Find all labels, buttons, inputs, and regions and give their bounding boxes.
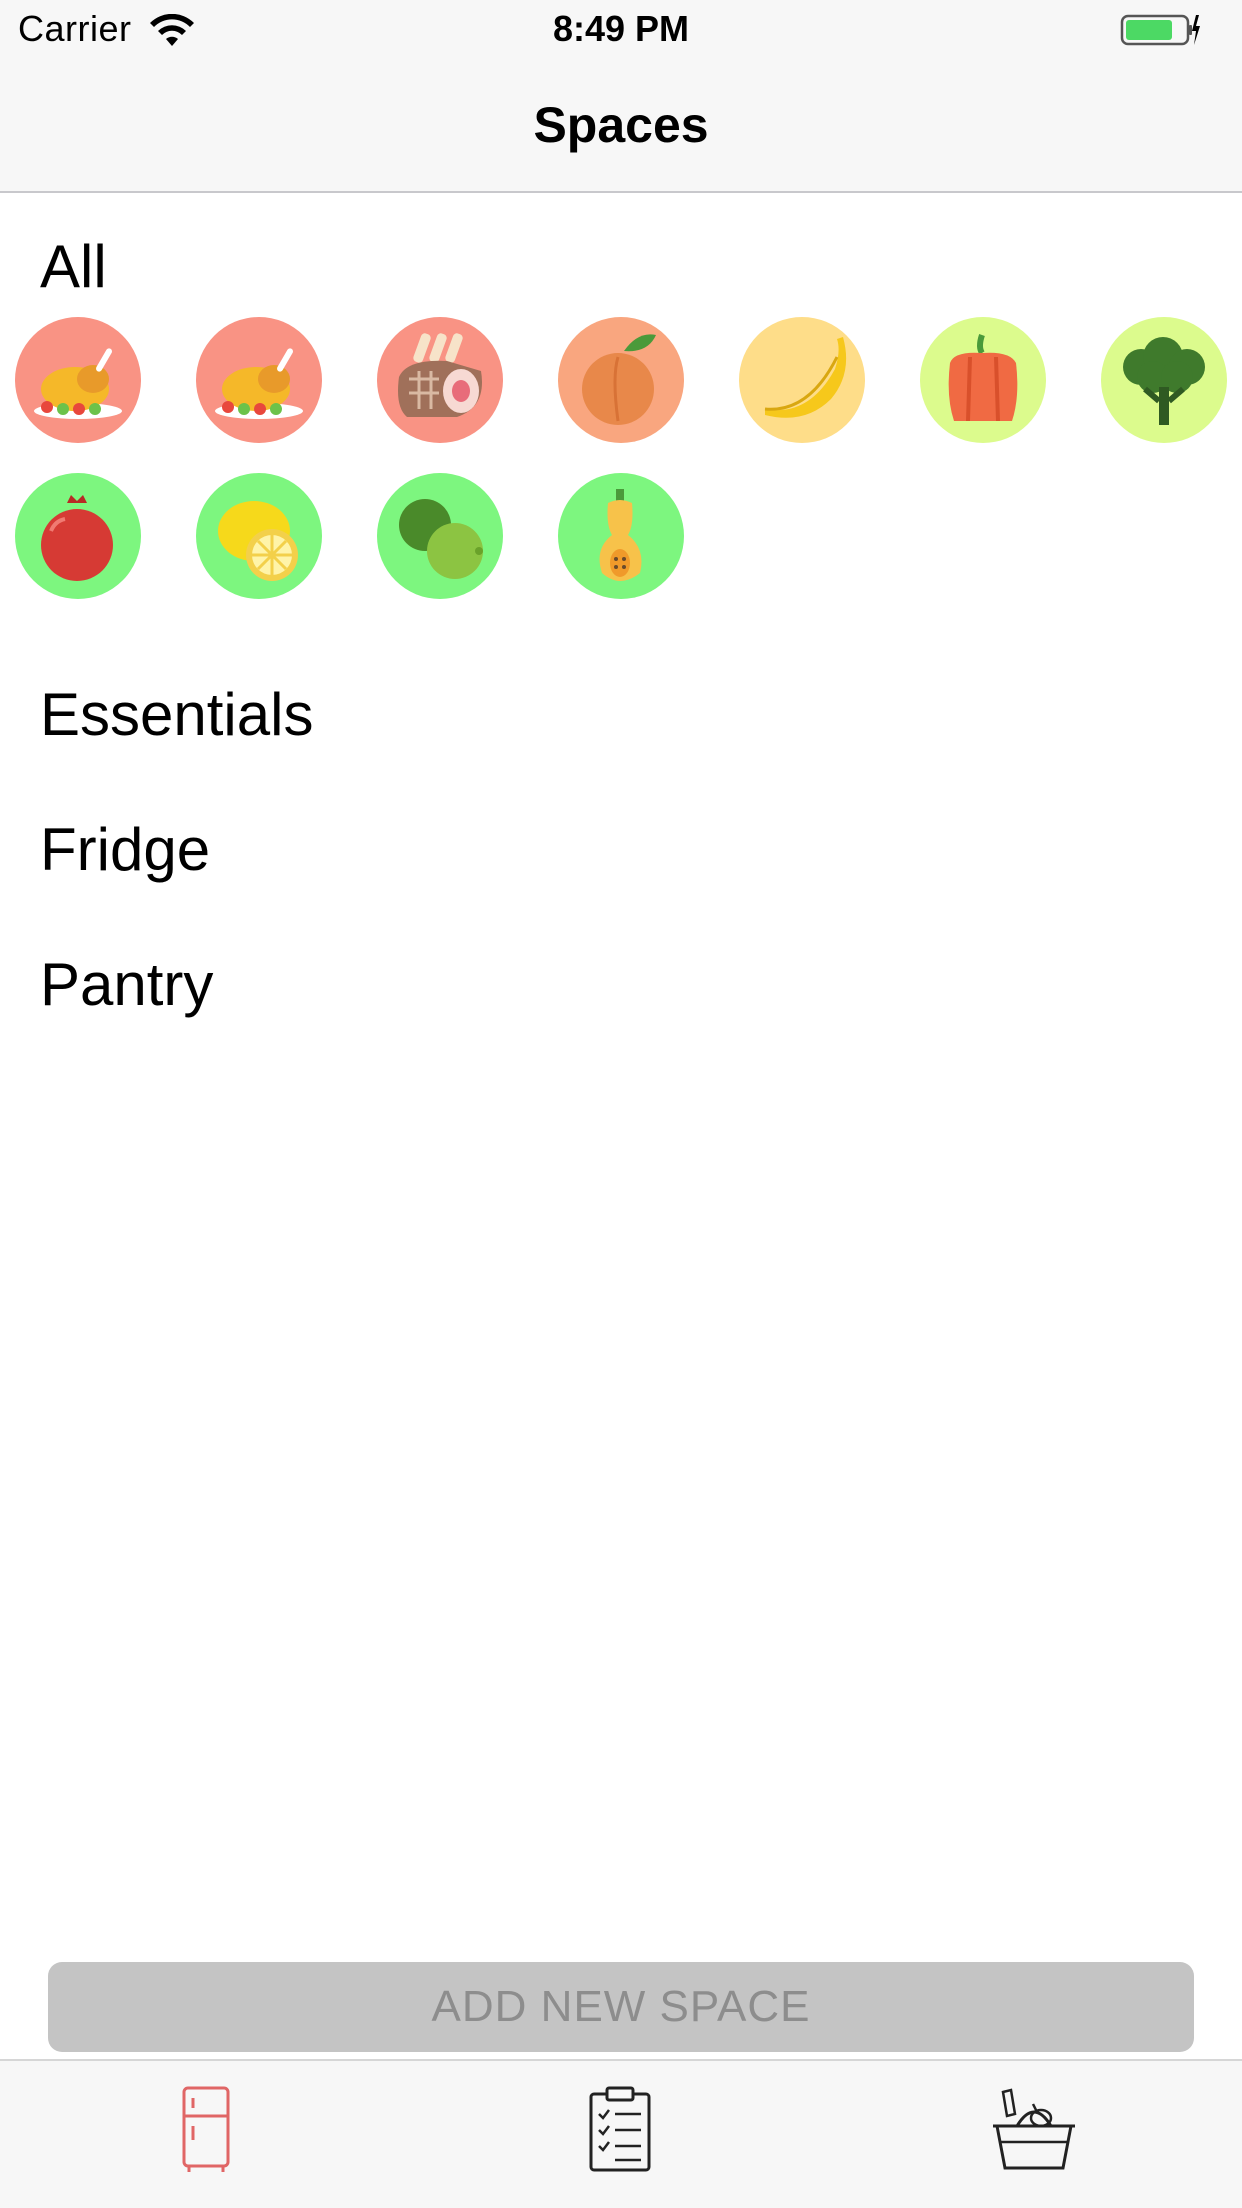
rack-of-lamb-icon[interactable] (377, 317, 503, 443)
limes-icon[interactable] (377, 473, 503, 599)
clipboard-checklist-icon (589, 2086, 651, 2172)
navigation-bar: Spaces (0, 62, 1242, 193)
section-title-fridge[interactable]: Fridge (40, 815, 210, 884)
broccoli-icon[interactable] (1101, 317, 1227, 443)
clock-time: 8:49 PM (552, 8, 690, 49)
roast-chicken-icon[interactable] (15, 317, 141, 443)
charging-bolt-icon (1192, 15, 1200, 45)
grocery-basket-icon (993, 2088, 1075, 2170)
bell-pepper-icon[interactable] (920, 317, 1046, 443)
butternut-squash-icon[interactable] (558, 473, 684, 599)
battery-icon (1120, 14, 1200, 46)
peach-icon[interactable] (558, 317, 684, 443)
lemon-icon[interactable] (196, 473, 322, 599)
add-new-space-button[interactable]: ADD NEW SPACE (48, 1962, 1194, 2052)
tab-fridge[interactable] (146, 2079, 266, 2179)
tab-groceries[interactable] (974, 2079, 1094, 2179)
banana-icon[interactable] (739, 317, 865, 443)
section-title-pantry[interactable]: Pantry (40, 950, 213, 1019)
roast-chicken-icon[interactable] (196, 317, 322, 443)
spaces-screen: Carrier 8:49 PM Spaces All Essentials Fr… (0, 0, 1242, 2208)
fridge-icon (182, 2086, 230, 2172)
tab-shopping-list[interactable] (560, 2079, 680, 2179)
tab-bar (0, 2059, 1242, 2208)
section-title-all[interactable]: All (40, 232, 107, 301)
all-items-grid (0, 300, 1242, 620)
pomegranate-icon[interactable] (15, 473, 141, 599)
status-bar: Carrier 8:49 PM (0, 0, 1242, 62)
section-title-essentials[interactable]: Essentials (40, 680, 313, 749)
page-title: Spaces (533, 97, 709, 153)
